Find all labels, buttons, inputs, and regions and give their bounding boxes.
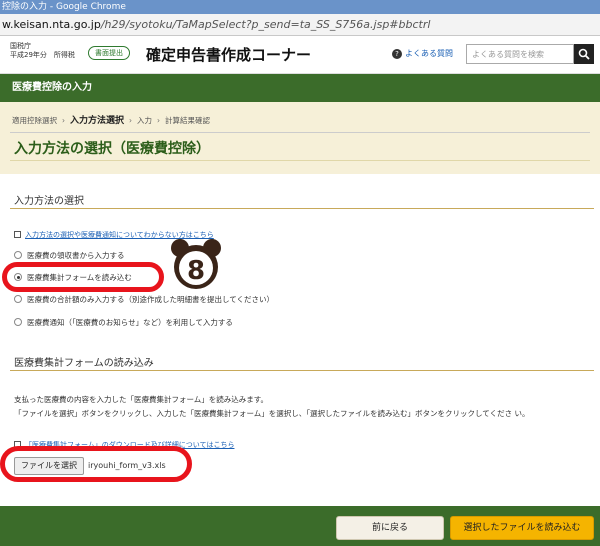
method-section-heading: 入力方法の選択 — [14, 196, 84, 207]
form-description-line: 「ファイルを選択」ボタンをクリックし、入力した「医療費集計フォーム」を選択し、「… — [14, 409, 530, 418]
method-option-receipts[interactable]: 医療費の領収書から入力する — [14, 250, 125, 261]
faq-search-input[interactable]: よくある質問を検索 — [466, 44, 574, 64]
address-bar[interactable]: w.keisan.nta.go.jp/h29/syotoku/TaMapSele… — [0, 14, 600, 36]
option-label: 医療費の領収書から入力する — [27, 251, 125, 260]
step-item: 適用控除選択 — [12, 116, 57, 125]
method-option-notice[interactable]: 医療費通知（「医療費のお知らせ」など）を利用して入力する — [14, 317, 233, 328]
tax-year: 平成29年分 所得税 — [10, 51, 75, 59]
search-button[interactable] — [574, 44, 594, 64]
option-label: 医療費の合計額のみ入力する（別途作成した明細書を提出してください） — [27, 295, 275, 304]
radio-button[interactable] — [14, 251, 22, 259]
chevron-right-icon: › — [62, 116, 65, 125]
footer-bar: 前に戻る 選択したファイルを読み込む — [0, 506, 600, 546]
step-item: 計算結果確認 — [165, 116, 211, 125]
submission-badge: 書面提出 — [88, 46, 130, 60]
document-icon — [14, 231, 21, 238]
chevron-right-icon: › — [129, 116, 133, 125]
divider — [10, 208, 594, 209]
url-path: /h29/syotoku/TaMapSelect?p_send=ta_SS_S7… — [100, 18, 431, 31]
agency-label: 国税庁 平成29年分 所得税 — [10, 42, 75, 60]
back-button[interactable]: 前に戻る — [336, 516, 444, 540]
url-domain: w.keisan.nta.go.jp — [2, 18, 101, 31]
faq-link[interactable]: ? よくある質問 — [392, 48, 453, 59]
divider — [10, 370, 594, 371]
breadcrumb: 適用控除選択 › 入力方法選択 › 入力 › 計算結果確認 — [12, 113, 210, 126]
method-option-total-only[interactable]: 医療費の合計額のみ入力する（別途作成した明細書を提出してください） — [14, 294, 274, 305]
form-section-heading: 医療費集計フォームの読み込み — [14, 358, 154, 369]
highlight-oval — [0, 446, 192, 482]
step-bar: 適用控除選択 › 入力方法選択 › 入力 › 計算結果確認 入力方法の選択（医療費控除） — [0, 102, 600, 174]
radio-button[interactable] — [14, 318, 22, 326]
divider — [10, 132, 590, 133]
page-title: 入力方法の選択（医療費控除） — [14, 141, 210, 157]
section-band-title: 医療費控除の入力 — [0, 74, 600, 102]
faq-link-label: よくある質問 — [405, 49, 453, 58]
chevron-right-icon: › — [157, 116, 161, 125]
step-item-current: 入力方法選択 — [70, 116, 125, 126]
highlight-oval — [2, 262, 164, 292]
radio-button[interactable] — [14, 295, 22, 303]
form-description-line: 支払った医療費の内容を入力した「医療費集計フォーム」を読み込みます。 — [14, 395, 269, 404]
site-title: 確定申告書作成コーナー — [146, 46, 312, 64]
url-text[interactable]: w.keisan.nta.go.jp/h29/syotoku/TaMapSele… — [2, 18, 430, 31]
site-header: 国税庁 平成29年分 所得税 書面提出 確定申告書作成コーナー ? よくある質問 … — [0, 36, 600, 74]
panda-step-badge: 8 — [171, 239, 221, 289]
question-icon: ? — [392, 49, 402, 59]
agency-name: 国税庁 — [10, 42, 31, 50]
divider — [10, 160, 590, 161]
search-icon — [578, 48, 590, 60]
window-title: 控除の入力 - Google Chrome — [0, 0, 600, 14]
step-number: 8 — [187, 256, 205, 286]
option-label: 医療費通知（「医療費のお知らせ」など）を利用して入力する — [27, 318, 233, 327]
load-file-button[interactable]: 選択したファイルを読み込む — [450, 516, 594, 540]
step-item: 入力 — [137, 116, 153, 125]
